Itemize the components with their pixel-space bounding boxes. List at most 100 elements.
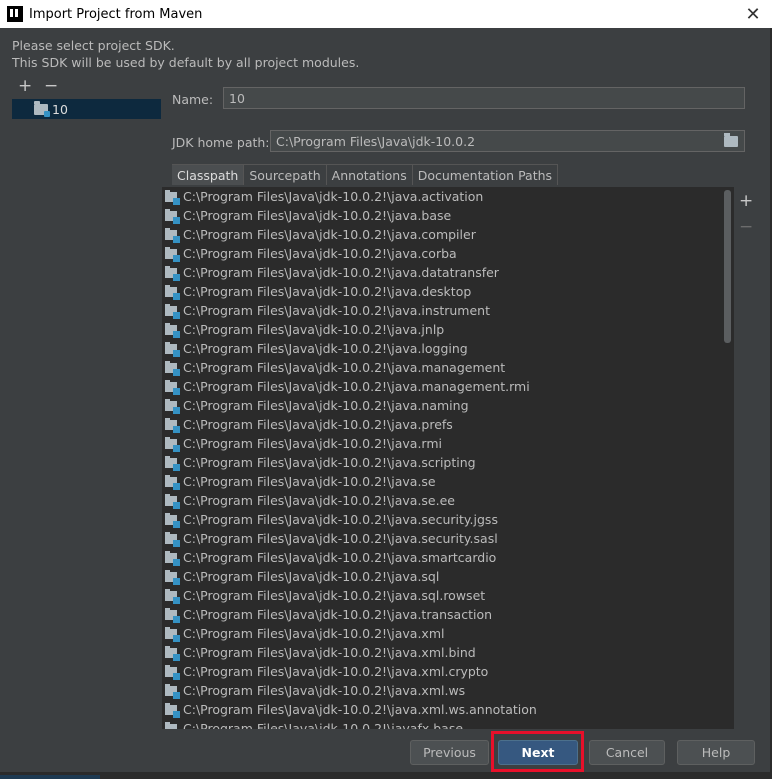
next-button[interactable]: Next bbox=[498, 740, 578, 765]
jar-root-icon bbox=[165, 246, 180, 262]
tab-sourcepath[interactable]: Sourcepath bbox=[244, 164, 327, 185]
list-item[interactable]: C:\Program Files\Java\jdk-10.0.2!\javafx… bbox=[162, 719, 734, 729]
list-item-label: C:\Program Files\Java\jdk-10.0.2!\java.s… bbox=[183, 550, 497, 565]
list-item-label: C:\Program Files\Java\jdk-10.0.2!\javafx… bbox=[183, 721, 464, 729]
list-item-label: C:\Program Files\Java\jdk-10.0.2!\java.s… bbox=[183, 569, 440, 584]
list-item[interactable]: C:\Program Files\Java\jdk-10.0.2!\java.s… bbox=[162, 510, 734, 529]
jar-root-icon bbox=[165, 550, 180, 566]
list-item-label: C:\Program Files\Java\jdk-10.0.2!\java.x… bbox=[183, 683, 466, 698]
jar-root-icon bbox=[165, 208, 180, 224]
window-title: Import Project from Maven bbox=[29, 6, 203, 22]
list-item-label: C:\Program Files\Java\jdk-10.0.2!\java.x… bbox=[183, 645, 476, 660]
cancel-button[interactable]: Cancel bbox=[589, 740, 665, 765]
list-item[interactable]: C:\Program Files\Java\jdk-10.0.2!\java.x… bbox=[162, 643, 734, 662]
tab-annotations[interactable]: Annotations bbox=[326, 164, 413, 185]
sdk-list-item[interactable]: 10 bbox=[12, 99, 161, 119]
jar-root-icon bbox=[165, 284, 180, 300]
remove-path-button[interactable]: − bbox=[739, 217, 753, 237]
intellij-icon bbox=[7, 6, 23, 22]
list-item[interactable]: C:\Program Files\Java\jdk-10.0.2!\java.b… bbox=[162, 206, 734, 225]
list-item-label: C:\Program Files\Java\jdk-10.0.2!\java.d… bbox=[183, 265, 499, 280]
list-item[interactable]: C:\Program Files\Java\jdk-10.0.2!\java.s… bbox=[162, 567, 734, 586]
add-sdk-button[interactable]: + bbox=[18, 78, 32, 95]
list-item-label: C:\Program Files\Java\jdk-10.0.2!\java.p… bbox=[183, 417, 453, 432]
taskbar-strip bbox=[0, 772, 772, 779]
sdk-item-label: 10 bbox=[52, 101, 68, 117]
list-item[interactable]: C:\Program Files\Java\jdk-10.0.2!\java.l… bbox=[162, 339, 734, 358]
jar-root-icon bbox=[165, 588, 180, 604]
jar-root-icon bbox=[165, 303, 180, 319]
jdk-home-label: JDK home path: bbox=[172, 135, 270, 150]
list-item-label: C:\Program Files\Java\jdk-10.0.2!\java.s… bbox=[183, 474, 436, 489]
jar-root-icon bbox=[165, 645, 180, 661]
jar-root-icon bbox=[165, 664, 180, 680]
list-item[interactable]: C:\Program Files\Java\jdk-10.0.2!\java.s… bbox=[162, 548, 734, 567]
list-item[interactable]: C:\Program Files\Java\jdk-10.0.2!\java.c… bbox=[162, 225, 734, 244]
list-item-label: C:\Program Files\Java\jdk-10.0.2!\java.x… bbox=[183, 702, 537, 717]
list-item-label: C:\Program Files\Java\jdk-10.0.2!\java.x… bbox=[183, 626, 445, 641]
list-item[interactable]: C:\Program Files\Java\jdk-10.0.2!\java.s… bbox=[162, 453, 734, 472]
list-item[interactable]: C:\Program Files\Java\jdk-10.0.2!\java.m… bbox=[162, 358, 734, 377]
list-item[interactable]: C:\Program Files\Java\jdk-10.0.2!\java.x… bbox=[162, 662, 734, 681]
classpath-list[interactable]: C:\Program Files\Java\jdk-10.0.2!\java.a… bbox=[162, 187, 734, 729]
list-item[interactable]: C:\Program Files\Java\jdk-10.0.2!\java.d… bbox=[162, 282, 734, 301]
folder-browse-icon[interactable] bbox=[724, 133, 738, 147]
previous-button[interactable]: Previous bbox=[410, 740, 489, 765]
list-item-label: C:\Program Files\Java\jdk-10.0.2!\java.j… bbox=[183, 322, 445, 337]
jar-root-icon bbox=[165, 474, 180, 490]
list-item-label: C:\Program Files\Java\jdk-10.0.2!\java.b… bbox=[183, 208, 452, 223]
list-item[interactable]: C:\Program Files\Java\jdk-10.0.2!\java.c… bbox=[162, 244, 734, 263]
jdk-home-input[interactable] bbox=[270, 130, 745, 152]
tab-documentation-paths[interactable]: Documentation Paths bbox=[412, 164, 559, 185]
help-button[interactable]: Help bbox=[677, 740, 755, 765]
close-icon[interactable]: ✕ bbox=[742, 3, 764, 25]
list-item[interactable]: C:\Program Files\Java\jdk-10.0.2!\java.j… bbox=[162, 320, 734, 339]
jar-root-icon bbox=[165, 607, 180, 623]
jar-root-icon bbox=[165, 569, 180, 585]
list-item[interactable]: C:\Program Files\Java\jdk-10.0.2!\java.n… bbox=[162, 396, 734, 415]
jar-root-icon bbox=[165, 322, 180, 338]
list-item[interactable]: C:\Program Files\Java\jdk-10.0.2!\java.s… bbox=[162, 529, 734, 548]
list-item[interactable]: C:\Program Files\Java\jdk-10.0.2!\java.x… bbox=[162, 700, 734, 719]
list-item[interactable]: C:\Program Files\Java\jdk-10.0.2!\java.s… bbox=[162, 472, 734, 491]
list-item-label: C:\Program Files\Java\jdk-10.0.2!\java.s… bbox=[183, 455, 476, 470]
jar-root-icon bbox=[165, 360, 180, 376]
list-item-label: C:\Program Files\Java\jdk-10.0.2!\java.c… bbox=[183, 246, 457, 261]
list-item[interactable]: C:\Program Files\Java\jdk-10.0.2!\java.x… bbox=[162, 681, 734, 700]
list-item[interactable]: C:\Program Files\Java\jdk-10.0.2!\java.r… bbox=[162, 434, 734, 453]
list-item[interactable]: C:\Program Files\Java\jdk-10.0.2!\java.t… bbox=[162, 605, 734, 624]
jar-root-icon bbox=[165, 436, 180, 452]
list-item[interactable]: C:\Program Files\Java\jdk-10.0.2!\java.m… bbox=[162, 377, 734, 396]
remove-sdk-button[interactable]: − bbox=[44, 78, 58, 95]
jar-root-icon bbox=[165, 227, 180, 243]
jar-root-icon bbox=[165, 265, 180, 281]
tab-classpath[interactable]: Classpath bbox=[172, 164, 245, 185]
intro-line-2: This SDK will be used by default by all … bbox=[12, 55, 360, 70]
jar-root-icon bbox=[165, 417, 180, 433]
scrollbar-thumb[interactable] bbox=[724, 190, 731, 343]
list-item-label: C:\Program Files\Java\jdk-10.0.2!\java.l… bbox=[183, 341, 468, 356]
tab-bar: Classpath Sourcepath Annotations Documen… bbox=[172, 164, 559, 185]
list-item[interactable]: C:\Program Files\Java\jdk-10.0.2!\java.d… bbox=[162, 263, 734, 282]
list-item-label: C:\Program Files\Java\jdk-10.0.2!\java.x… bbox=[183, 664, 489, 679]
jar-root-icon bbox=[165, 512, 180, 528]
list-item[interactable]: C:\Program Files\Java\jdk-10.0.2!\java.x… bbox=[162, 624, 734, 643]
title-bar: Import Project from Maven ✕ bbox=[0, 0, 772, 28]
list-item[interactable]: C:\Program Files\Java\jdk-10.0.2!\java.s… bbox=[162, 491, 734, 510]
jar-root-icon bbox=[165, 455, 180, 471]
list-item-label: C:\Program Files\Java\jdk-10.0.2!\java.c… bbox=[183, 227, 476, 242]
name-input[interactable] bbox=[223, 87, 745, 109]
sdk-list: 10 bbox=[12, 97, 161, 735]
list-item[interactable]: C:\Program Files\Java\jdk-10.0.2!\java.i… bbox=[162, 301, 734, 320]
jar-root-icon bbox=[165, 531, 180, 547]
list-item-label: C:\Program Files\Java\jdk-10.0.2!\java.d… bbox=[183, 284, 472, 299]
list-item-label: C:\Program Files\Java\jdk-10.0.2!\java.a… bbox=[183, 189, 484, 204]
add-path-button[interactable]: + bbox=[739, 191, 753, 211]
list-item[interactable]: C:\Program Files\Java\jdk-10.0.2!\java.a… bbox=[162, 187, 734, 206]
list-item[interactable]: C:\Program Files\Java\jdk-10.0.2!\java.s… bbox=[162, 586, 734, 605]
list-item[interactable]: C:\Program Files\Java\jdk-10.0.2!\java.p… bbox=[162, 415, 734, 434]
list-item-label: C:\Program Files\Java\jdk-10.0.2!\java.t… bbox=[183, 607, 493, 622]
list-item-label: C:\Program Files\Java\jdk-10.0.2!\java.m… bbox=[183, 360, 506, 375]
name-label: Name: bbox=[172, 92, 214, 107]
jar-root-icon bbox=[165, 493, 180, 509]
